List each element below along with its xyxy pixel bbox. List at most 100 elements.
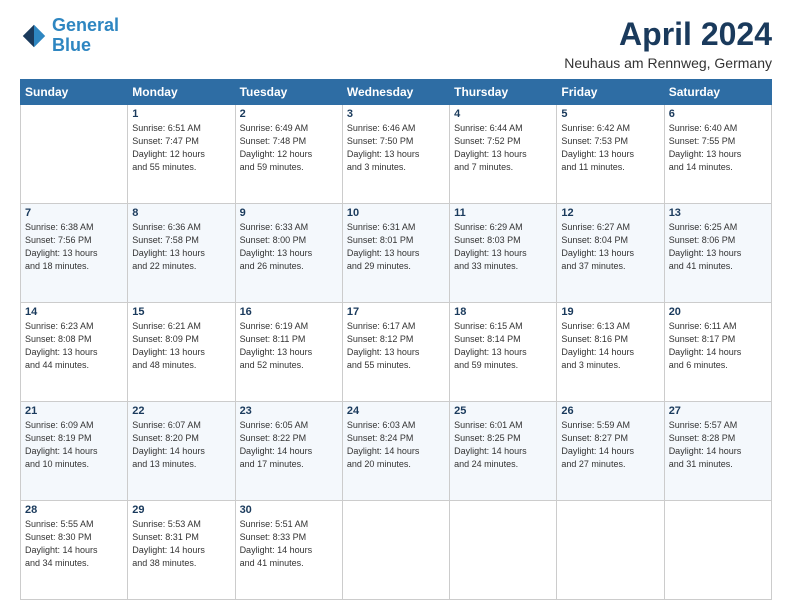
calendar-cell: 16 Sunrise: 6:19 AMSunset: 8:11 PMDayligh…: [235, 303, 342, 402]
col-header-saturday: Saturday: [664, 80, 771, 105]
week-row-1: 1 Sunrise: 6:51 AMSunset: 7:47 PMDaylight…: [21, 105, 772, 204]
day-number: 10: [347, 207, 445, 219]
day-info: Sunrise: 6:21 AMSunset: 8:09 PMDaylight:…: [132, 320, 230, 372]
month-title: April 2024: [564, 16, 772, 53]
day-number: 19: [561, 306, 659, 318]
calendar-cell: 27Sunrise: 5:57 AMSunset: 8:28 PMDayligh…: [664, 402, 771, 501]
calendar-cell: [21, 105, 128, 204]
day-number: 12: [561, 207, 659, 219]
day-info: Sunrise: 6:31 AMSunset: 8:01 PMDaylight:…: [347, 221, 445, 273]
day-info: Sunrise: 6:51 AMSunset: 7:47 PMDaylight:…: [132, 122, 230, 174]
day-info: Sunrise: 6:33 AMSunset: 8:00 PMDaylight:…: [240, 221, 338, 273]
calendar-cell: 21Sunrise: 6:09 AMSunset: 8:19 PMDayligh…: [21, 402, 128, 501]
day-info: Sunrise: 6:36 AMSunset: 7:58 PMDaylight:…: [132, 221, 230, 273]
calendar-cell: 17Sunrise: 6:17 AMSunset: 8:12 PMDayligh…: [342, 303, 449, 402]
calendar-cell: 1 Sunrise: 6:51 AMSunset: 7:47 PMDaylight…: [128, 105, 235, 204]
logo-icon: [20, 22, 48, 50]
day-number: 27: [669, 405, 767, 417]
day-info: Sunrise: 6:27 AMSunset: 8:04 PMDaylight:…: [561, 221, 659, 273]
logo-text: General Blue: [52, 16, 119, 56]
day-number: 24: [347, 405, 445, 417]
calendar-cell: 28 Sunrise: 5:55 AMSunset: 8:30 PMDayligh…: [21, 501, 128, 600]
day-number: 30: [240, 504, 338, 516]
day-number: 6: [669, 108, 767, 120]
day-info: Sunrise: 6:03 AMSunset: 8:24 PMDaylight:…: [347, 419, 445, 471]
calendar-cell: 25Sunrise: 6:01 AMSunset: 8:25 PMDayligh…: [450, 402, 557, 501]
day-info: Sunrise: 5:51 AMSunset: 8:33 PMDaylight:…: [240, 518, 338, 570]
calendar-cell: 11 Sunrise: 6:29 AMSunset: 8:03 PMDayligh…: [450, 204, 557, 303]
calendar-cell: 14 Sunrise: 6:23 AMSunset: 8:08 PMDayligh…: [21, 303, 128, 402]
location-subtitle: Neuhaus am Rennweg, Germany: [564, 55, 772, 71]
day-number: 3: [347, 108, 445, 120]
day-info: Sunrise: 6:40 AMSunset: 7:55 PMDaylight:…: [669, 122, 767, 174]
calendar-cell: 18 Sunrise: 6:15 AMSunset: 8:14 PMDayligh…: [450, 303, 557, 402]
day-number: 21: [25, 405, 123, 417]
calendar-cell: 9 Sunrise: 6:33 AMSunset: 8:00 PMDaylight…: [235, 204, 342, 303]
day-number: 9: [240, 207, 338, 219]
day-number: 7: [25, 207, 123, 219]
calendar-header-row: SundayMondayTuesdayWednesdayThursdayFrid…: [21, 80, 772, 105]
calendar-cell: 13Sunrise: 6:25 AMSunset: 8:06 PMDayligh…: [664, 204, 771, 303]
day-number: 5: [561, 108, 659, 120]
day-info: Sunrise: 6:11 AMSunset: 8:17 PMDaylight:…: [669, 320, 767, 372]
day-info: Sunrise: 6:44 AMSunset: 7:52 PMDaylight:…: [454, 122, 552, 174]
week-row-4: 21Sunrise: 6:09 AMSunset: 8:19 PMDayligh…: [21, 402, 772, 501]
calendar-cell: 24 Sunrise: 6:03 AMSunset: 8:24 PMDayligh…: [342, 402, 449, 501]
day-info: Sunrise: 6:46 AMSunset: 7:50 PMDaylight:…: [347, 122, 445, 174]
day-number: 16: [240, 306, 338, 318]
day-number: 13: [669, 207, 767, 219]
week-row-3: 14 Sunrise: 6:23 AMSunset: 8:08 PMDayligh…: [21, 303, 772, 402]
day-number: 17: [347, 306, 445, 318]
day-info: Sunrise: 6:29 AMSunset: 8:03 PMDaylight:…: [454, 221, 552, 273]
col-header-monday: Monday: [128, 80, 235, 105]
day-number: 20: [669, 306, 767, 318]
day-info: Sunrise: 6:13 AMSunset: 8:16 PMDaylight:…: [561, 320, 659, 372]
calendar-cell: 4 Sunrise: 6:44 AMSunset: 7:52 PMDaylight…: [450, 105, 557, 204]
calendar-cell: 23 Sunrise: 6:05 AMSunset: 8:22 PMDayligh…: [235, 402, 342, 501]
week-row-2: 7 Sunrise: 6:38 AMSunset: 7:56 PMDaylight…: [21, 204, 772, 303]
day-info: Sunrise: 6:23 AMSunset: 8:08 PMDaylight:…: [25, 320, 123, 372]
day-info: Sunrise: 5:59 AMSunset: 8:27 PMDaylight:…: [561, 419, 659, 471]
day-number: 8: [132, 207, 230, 219]
day-number: 28: [25, 504, 123, 516]
calendar-cell: 20 Sunrise: 6:11 AMSunset: 8:17 PMDayligh…: [664, 303, 771, 402]
day-info: Sunrise: 6:49 AMSunset: 7:48 PMDaylight:…: [240, 122, 338, 174]
day-number: 2: [240, 108, 338, 120]
day-info: Sunrise: 5:53 AMSunset: 8:31 PMDaylight:…: [132, 518, 230, 570]
day-info: Sunrise: 6:19 AMSunset: 8:11 PMDaylight:…: [240, 320, 338, 372]
day-info: Sunrise: 6:05 AMSunset: 8:22 PMDaylight:…: [240, 419, 338, 471]
col-header-sunday: Sunday: [21, 80, 128, 105]
page: General Blue April 2024 Neuhaus am Rennw…: [0, 0, 792, 612]
calendar-cell: 3 Sunrise: 6:46 AMSunset: 7:50 PMDaylight…: [342, 105, 449, 204]
calendar-cell: 5Sunrise: 6:42 AMSunset: 7:53 PMDaylight…: [557, 105, 664, 204]
calendar-cell: 10 Sunrise: 6:31 AMSunset: 8:01 PMDayligh…: [342, 204, 449, 303]
day-number: 14: [25, 306, 123, 318]
title-area: April 2024 Neuhaus am Rennweg, Germany: [564, 16, 772, 71]
day-info: Sunrise: 6:01 AMSunset: 8:25 PMDaylight:…: [454, 419, 552, 471]
day-number: 15: [132, 306, 230, 318]
calendar-cell: [664, 501, 771, 600]
day-number: 1: [132, 108, 230, 120]
col-header-tuesday: Tuesday: [235, 80, 342, 105]
day-info: Sunrise: 5:55 AMSunset: 8:30 PMDaylight:…: [25, 518, 123, 570]
calendar-cell: 15 Sunrise: 6:21 AMSunset: 8:09 PMDayligh…: [128, 303, 235, 402]
day-number: 11: [454, 207, 552, 219]
calendar-cell: [557, 501, 664, 600]
day-info: Sunrise: 6:38 AMSunset: 7:56 PMDaylight:…: [25, 221, 123, 273]
col-header-friday: Friday: [557, 80, 664, 105]
day-number: 22: [132, 405, 230, 417]
day-info: Sunrise: 6:07 AMSunset: 8:20 PMDaylight:…: [132, 419, 230, 471]
calendar-cell: 29Sunrise: 5:53 AMSunset: 8:31 PMDayligh…: [128, 501, 235, 600]
day-number: 23: [240, 405, 338, 417]
calendar-cell: 8 Sunrise: 6:36 AMSunset: 7:58 PMDaylight…: [128, 204, 235, 303]
day-number: 18: [454, 306, 552, 318]
calendar: SundayMondayTuesdayWednesdayThursdayFrid…: [20, 79, 772, 600]
calendar-cell: 6 Sunrise: 6:40 AMSunset: 7:55 PMDaylight…: [664, 105, 771, 204]
week-row-5: 28 Sunrise: 5:55 AMSunset: 8:30 PMDayligh…: [21, 501, 772, 600]
calendar-cell: 7 Sunrise: 6:38 AMSunset: 7:56 PMDaylight…: [21, 204, 128, 303]
day-info: Sunrise: 6:15 AMSunset: 8:14 PMDaylight:…: [454, 320, 552, 372]
calendar-cell: 19 Sunrise: 6:13 AMSunset: 8:16 PMDayligh…: [557, 303, 664, 402]
calendar-cell: [342, 501, 449, 600]
calendar-cell: 30 Sunrise: 5:51 AMSunset: 8:33 PMDayligh…: [235, 501, 342, 600]
day-number: 4: [454, 108, 552, 120]
